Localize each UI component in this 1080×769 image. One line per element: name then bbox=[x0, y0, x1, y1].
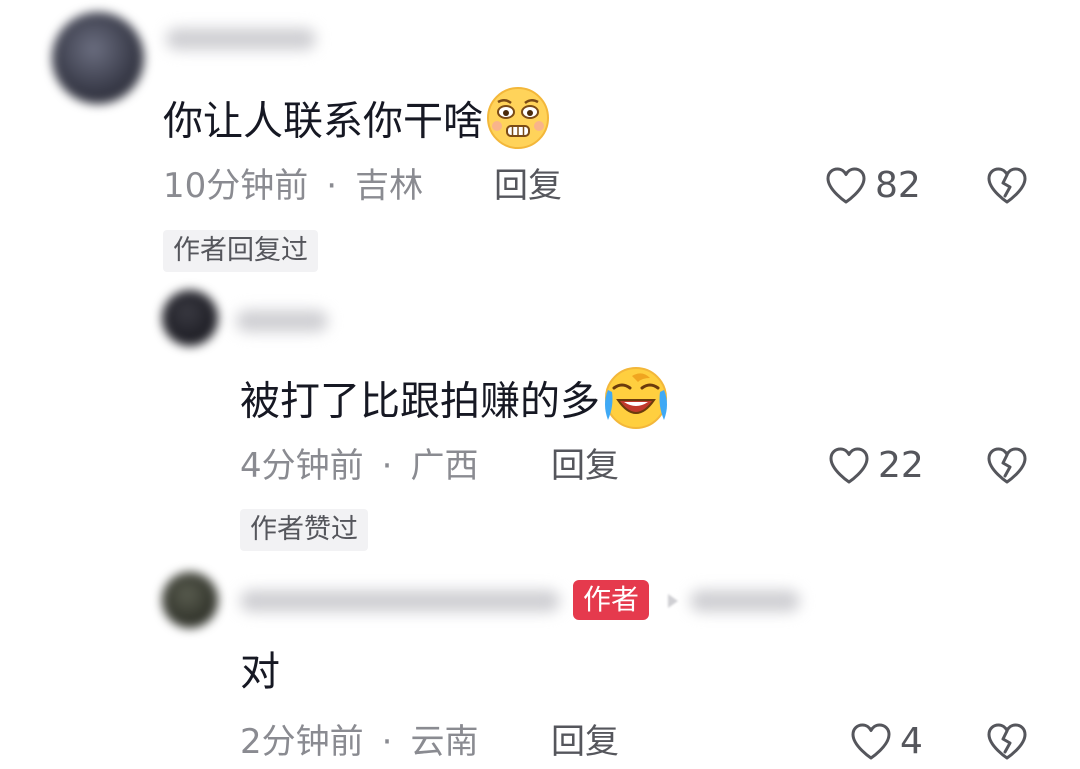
comment-time: 2分钟前 bbox=[240, 722, 364, 762]
heart-outline-icon bbox=[825, 166, 867, 206]
comment-text: 被打了比跟拍赚的多 bbox=[240, 366, 670, 441]
comment-meta: 2分钟前 · 云南 bbox=[240, 722, 478, 762]
author-replied-tag: 作者回复过 bbox=[163, 230, 318, 272]
nervous-face-emoji bbox=[485, 86, 551, 161]
broken-heart-icon bbox=[986, 447, 1028, 490]
broken-heart-icon bbox=[986, 723, 1028, 766]
dislike-button[interactable] bbox=[986, 166, 1028, 210]
comment-time: 4分钟前 bbox=[240, 446, 364, 486]
reply-button[interactable]: 回复 bbox=[551, 446, 619, 486]
meta-separator: · bbox=[381, 722, 393, 762]
comment-location: 广西 bbox=[410, 446, 479, 486]
comment-location: 云南 bbox=[410, 722, 479, 762]
dislike-button[interactable] bbox=[986, 446, 1028, 490]
broken-heart-icon bbox=[986, 167, 1028, 210]
like-count: 22 bbox=[878, 445, 924, 486]
reply-arrow-icon bbox=[668, 594, 678, 608]
comment-text-content: 被打了比跟拍赚的多 bbox=[240, 378, 600, 425]
comment-text: 你让人联系你干啥 bbox=[163, 86, 551, 161]
author-badge: 作者 bbox=[573, 580, 650, 620]
comment-meta: 10分钟前 · 吉林 bbox=[163, 166, 423, 206]
like-button[interactable]: 4 bbox=[850, 722, 923, 762]
meta-separator: · bbox=[326, 166, 338, 206]
comment-time: 10分钟前 bbox=[163, 166, 309, 206]
avatar[interactable] bbox=[52, 12, 144, 104]
like-count: 82 bbox=[875, 165, 921, 206]
username[interactable] bbox=[240, 590, 560, 612]
reply-button[interactable]: 回复 bbox=[494, 166, 562, 206]
like-button[interactable]: 22 bbox=[828, 446, 924, 486]
like-button[interactable]: 82 bbox=[825, 166, 921, 206]
comment-location: 吉林 bbox=[355, 166, 424, 206]
meta-separator: · bbox=[381, 446, 393, 486]
dislike-button[interactable] bbox=[986, 722, 1028, 766]
comment-text: 对 bbox=[240, 648, 280, 696]
crying-laughing-emoji bbox=[602, 366, 670, 441]
heart-outline-icon bbox=[850, 722, 892, 762]
avatar[interactable] bbox=[162, 572, 218, 628]
reply-to-username[interactable] bbox=[690, 590, 800, 612]
comment-meta: 4分钟前 · 广西 bbox=[240, 446, 478, 486]
reply-button[interactable]: 回复 bbox=[551, 722, 619, 762]
author-liked-tag: 作者赞过 bbox=[240, 509, 368, 551]
comment-text-content: 你让人联系你干啥 bbox=[163, 98, 483, 145]
username[interactable] bbox=[236, 310, 328, 332]
username[interactable] bbox=[166, 28, 316, 50]
heart-outline-icon bbox=[828, 446, 870, 486]
comment-text-content: 对 bbox=[240, 649, 280, 695]
avatar[interactable] bbox=[162, 290, 218, 346]
like-count: 4 bbox=[900, 721, 923, 762]
